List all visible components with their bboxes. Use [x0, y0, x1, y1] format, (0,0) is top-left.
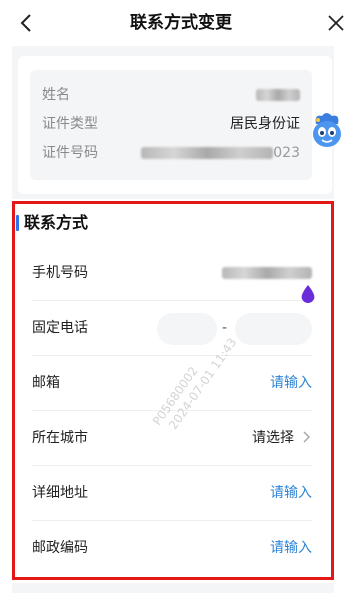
- contact-section-title: 联系方式: [16, 212, 88, 234]
- email-input[interactable]: 请输入: [270, 372, 312, 394]
- postcode-input[interactable]: 请输入: [270, 537, 312, 559]
- landline-row: 固定电话 -: [32, 301, 312, 356]
- id-number-label: 证件号码: [42, 145, 98, 161]
- landline-label: 固定电话: [32, 320, 88, 336]
- address-row[interactable]: 详细地址 请输入: [32, 466, 312, 521]
- id-type-value: 居民身份证: [230, 116, 300, 132]
- identity-row-name: 姓名: [42, 84, 300, 106]
- city-select-value: 请选择: [252, 430, 294, 446]
- identity-row-id-type: 证件类型 居民身份证: [42, 113, 300, 135]
- section-accent-bar: [16, 215, 19, 231]
- page-title: 联系方式变更: [130, 13, 232, 33]
- purple-drop-icon: [301, 285, 315, 303]
- id-number-suffix: 023: [273, 145, 300, 161]
- id-number-value: 023: [141, 142, 300, 164]
- postcode-label: 邮政编码: [32, 540, 88, 556]
- chevron-right-icon: [303, 431, 311, 443]
- nav-bar: 联系方式变更: [0, 0, 362, 46]
- email-label: 邮箱: [32, 375, 60, 391]
- postcode-row[interactable]: 邮政编码 请输入: [32, 521, 312, 575]
- mobile-value-redacted[interactable]: [222, 262, 312, 284]
- id-type-label: 证件类型: [42, 116, 98, 132]
- landline-number-input[interactable]: [235, 313, 312, 345]
- city-select[interactable]: 请选择: [252, 427, 312, 449]
- mobile-label: 手机号码: [32, 265, 88, 281]
- address-input[interactable]: 请输入: [270, 482, 312, 504]
- mobile-row[interactable]: 手机号码: [32, 246, 312, 301]
- city-label: 所在城市: [32, 430, 88, 446]
- landline-area-code-input[interactable]: [157, 313, 217, 345]
- name-value-redacted: [256, 84, 300, 106]
- name-label: 姓名: [42, 87, 70, 103]
- mascot-icon[interactable]: [310, 110, 344, 150]
- close-icon[interactable]: [326, 13, 346, 33]
- address-label: 详细地址: [32, 485, 88, 501]
- identity-row-id-number: 证件号码 023: [42, 142, 300, 164]
